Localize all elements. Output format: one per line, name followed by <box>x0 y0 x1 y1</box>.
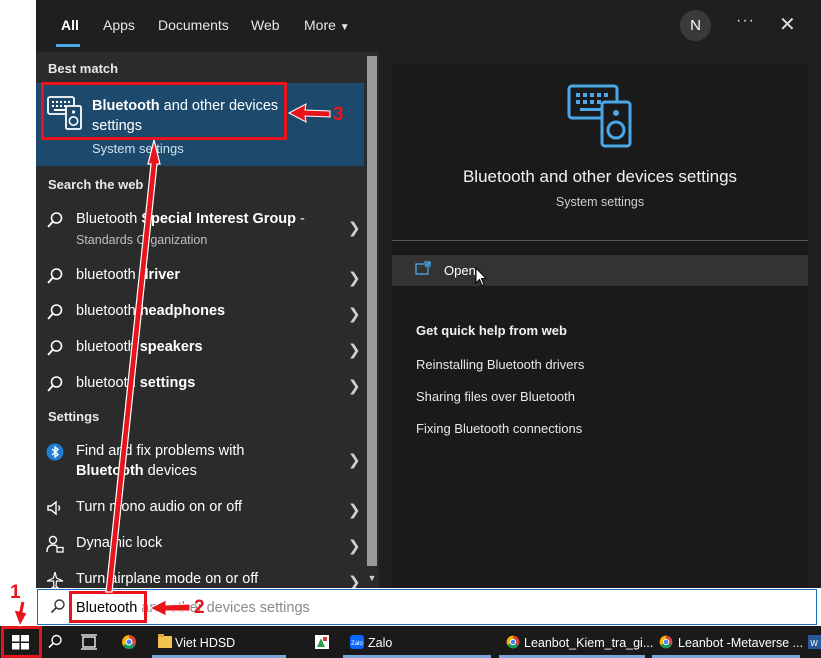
annotation-box-start <box>1 626 42 658</box>
annotation-step-1: 1 <box>10 582 21 603</box>
section-settings: Settings <box>48 409 100 424</box>
taskbar-item-label[interactable]: Leanbot_Kiem_tra_gi... <box>524 636 653 650</box>
more-options-icon[interactable]: ··· <box>736 12 755 30</box>
chevron-right-icon: ❯ <box>348 306 361 323</box>
scrollbar-thumb[interactable] <box>367 56 377 566</box>
web-result-sublabel: Standards Organization <box>76 233 208 247</box>
annotation-box-search-text <box>69 591 147 623</box>
web-result-label: bluetooth driver <box>76 267 181 283</box>
taskbar-search-icon[interactable] <box>44 626 66 658</box>
audio-icon <box>47 500 61 516</box>
tab-all[interactable]: All <box>61 17 79 33</box>
settings-result-3[interactable]: Turn airplane mode on or off ❯ <box>36 571 364 588</box>
help-link-1[interactable]: Sharing files over Bluetooth <box>416 389 575 404</box>
search-icon <box>47 304 63 320</box>
best-match-subtitle: System settings <box>92 141 184 156</box>
quick-help-title: Get quick help from web <box>416 323 567 338</box>
section-best-match: Best match <box>48 61 119 76</box>
close-icon[interactable]: ✕ <box>779 12 796 37</box>
chevron-right-icon: ❯ <box>348 538 361 555</box>
preview-title: Bluetooth and other devices settings <box>462 167 738 186</box>
settings-result-label: Dynamic lock <box>76 535 163 551</box>
settings-result-2[interactable]: Dynamic lock ❯ <box>36 535 364 555</box>
search-icon <box>47 212 63 228</box>
chevron-right-icon: ❯ <box>348 452 361 469</box>
chevron-right-icon: ❯ <box>348 502 361 519</box>
tab-more[interactable]: More ▼ <box>304 17 350 33</box>
taskbar-item-label[interactable]: Viet HDSD <box>175 636 235 650</box>
mouse-cursor-icon <box>475 267 487 287</box>
chevron-right-icon: ❯ <box>348 574 361 588</box>
section-search-web: Search the web <box>48 177 144 192</box>
web-result-2[interactable]: bluetooth headphones ❯ <box>36 303 364 323</box>
scroll-down-icon[interactable]: ▼ <box>366 572 378 584</box>
search-box-icon <box>50 599 65 614</box>
folder-icon[interactable] <box>156 626 174 658</box>
bluetooth-icon <box>46 443 64 461</box>
web-result-3[interactable]: bluetooth speakers ❯ <box>36 339 364 359</box>
annotation-step-2: 2 <box>194 597 205 618</box>
chevron-down-icon: ▼ <box>339 22 350 33</box>
chevron-right-icon: ❯ <box>348 378 361 395</box>
zalo-icon[interactable]: Zalo <box>348 626 366 658</box>
active-tab-indicator <box>56 44 80 47</box>
airplane-icon <box>46 571 64 588</box>
web-result-1[interactable]: bluetooth driver ❯ <box>36 267 364 287</box>
annotation-box-best-match <box>41 82 287 140</box>
web-result-label: bluetooth headphones <box>76 303 226 319</box>
web-result-label: bluetooth speakers <box>76 339 203 355</box>
preview-divider <box>392 240 808 241</box>
avatar[interactable]: N <box>680 10 711 41</box>
taskbar-item-label[interactable]: Leanbot -Metaverse ... <box>678 636 803 650</box>
annotation-arrow-1 <box>13 600 28 628</box>
help-link-2[interactable]: Fixing Bluetooth connections <box>416 421 582 436</box>
chevron-right-icon: ❯ <box>348 342 361 359</box>
svg-text:Zalo: Zalo <box>351 641 363 647</box>
app-icon[interactable] <box>312 626 332 658</box>
settings-result-1[interactable]: Turn mono audio on or off ❯ <box>36 499 364 519</box>
task-view-icon[interactable] <box>78 626 100 658</box>
chrome-icon[interactable] <box>656 626 676 658</box>
web-result-0[interactable]: Bluetooth Special Interest Group - Stand… <box>36 211 364 251</box>
tab-documents[interactable]: Documents <box>158 17 229 33</box>
chevron-right-icon: ❯ <box>348 220 361 237</box>
chrome-icon[interactable] <box>118 626 140 658</box>
settings-result-0[interactable]: Find and fix problems with Bluetooth dev… <box>36 443 364 483</box>
devices-speaker-large-icon <box>567 84 632 148</box>
search-icon <box>47 268 63 284</box>
tab-apps[interactable]: Apps <box>103 17 135 33</box>
open-button-label: Open <box>444 263 476 278</box>
search-icon <box>47 376 63 392</box>
help-link-0[interactable]: Reinstalling Bluetooth drivers <box>416 357 584 372</box>
settings-result-label: Turn mono audio on or off <box>76 499 243 515</box>
search-icon <box>47 340 63 356</box>
tab-web[interactable]: Web <box>251 17 280 33</box>
svg-text:W: W <box>810 639 818 648</box>
taskbar-item-label[interactable]: Zalo <box>368 636 392 650</box>
person-lock-icon <box>46 535 64 553</box>
web-result-label: Bluetooth Special Interest Group - <box>76 211 305 227</box>
settings-result-line2: Bluetooth devices <box>76 463 197 479</box>
word-icon[interactable]: W <box>806 626 821 658</box>
settings-result-line1: Find and fix problems with <box>76 443 245 459</box>
web-result-label: bluetooth settings <box>76 375 196 391</box>
web-result-4[interactable]: bluetooth settings ❯ <box>36 375 364 395</box>
chrome-icon[interactable] <box>503 626 523 658</box>
tab-more-label: More <box>304 17 336 33</box>
open-window-icon <box>415 261 431 275</box>
preview-subtitle: System settings <box>555 195 645 209</box>
settings-result-label: Turn airplane mode on or off <box>76 571 259 587</box>
chevron-right-icon: ❯ <box>348 270 361 287</box>
annotation-step-3: 3 <box>333 104 344 125</box>
